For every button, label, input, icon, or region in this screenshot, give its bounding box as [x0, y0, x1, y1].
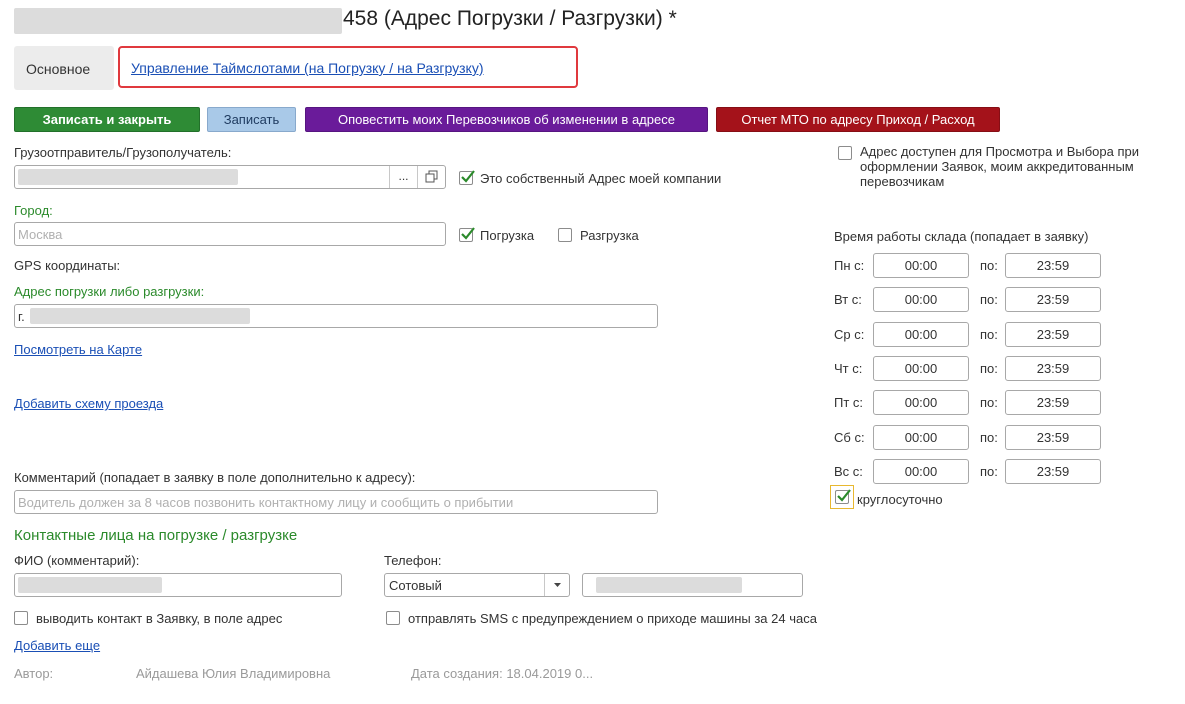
- own-address-label: Это собственный Адрес моей компании: [480, 171, 722, 186]
- day-label: Пн с:: [834, 258, 865, 273]
- save-close-button[interactable]: Записать и закрыть: [14, 107, 200, 132]
- mto-report-button[interactable]: Отчет МТО по адресу Приход / Расход: [716, 107, 1000, 132]
- tab-main-label: Основное: [26, 61, 91, 77]
- notify-carriers-button[interactable]: Оповестить моих Перевозчиков об изменени…: [305, 107, 708, 132]
- available-checkbox[interactable]: [838, 146, 852, 160]
- show-contact-label: выводить контакт в Заявку, в поле адрес: [36, 611, 283, 626]
- chevron-down-icon[interactable]: [544, 574, 570, 596]
- phone-type-value: Сотовый: [389, 578, 442, 593]
- shipper-redacted: [18, 169, 238, 185]
- created-date: Дата создания: 18.04.2019 0...: [411, 666, 594, 681]
- available-label: Адрес доступен для Просмотра и Выбора пр…: [860, 144, 1140, 189]
- time-from-field[interactable]: 00:00: [873, 287, 969, 312]
- comment-label: Комментарий (попадает в заявку в поле до…: [14, 470, 416, 485]
- time-to-field[interactable]: 23:59: [1005, 322, 1101, 347]
- loading-label: Погрузка: [480, 228, 535, 243]
- time-to-field[interactable]: 23:59: [1005, 459, 1101, 484]
- tab-timeslots-link[interactable]: Управление Таймслотами (на Погрузку / на…: [131, 60, 484, 76]
- round-clock-checkbox[interactable]: [835, 489, 851, 504]
- shipper-label: Грузоотправитель/Грузополучатель:: [14, 145, 232, 160]
- address-redacted: [30, 308, 250, 324]
- time-from-field[interactable]: 00:00: [873, 390, 969, 415]
- time-to-label: по:: [980, 258, 998, 273]
- time-to-field[interactable]: 23:59: [1005, 287, 1101, 312]
- author-label: Автор:: [14, 666, 54, 681]
- time-from-field[interactable]: 00:00: [873, 253, 969, 278]
- author-value: Айдашева Юлия Владимировна: [136, 666, 331, 681]
- day-label: Ср с:: [834, 327, 865, 342]
- address-label: Адрес погрузки либо разгрузки:: [14, 284, 205, 299]
- schedule-title: Время работы склада (попадает в заявку): [834, 229, 1089, 244]
- time-to-label: по:: [980, 430, 998, 445]
- contacts-header: Контактные лица на погрузке / разгрузке: [14, 527, 298, 544]
- sms-label: отправлять SMS с предупреждением о прихо…: [408, 611, 817, 626]
- time-to-label: по:: [980, 292, 998, 307]
- city-field[interactable]: [14, 222, 446, 246]
- fio-redacted: [18, 577, 162, 593]
- time-to-label: по:: [980, 464, 998, 479]
- day-label: Пт с:: [834, 395, 864, 410]
- time-to-field[interactable]: 23:59: [1005, 356, 1101, 381]
- open-icon[interactable]: [417, 166, 446, 188]
- time-to-label: по:: [980, 361, 998, 376]
- comment-placeholder: Водитель должен за 8 часов позвонить кон…: [18, 495, 514, 510]
- save-button[interactable]: Записать: [207, 107, 296, 132]
- title-redacted: [14, 8, 342, 34]
- time-to-label: по:: [980, 395, 998, 410]
- round-clock-label: круглосуточно: [857, 492, 943, 507]
- time-from-field[interactable]: 00:00: [873, 425, 969, 450]
- time-from-field[interactable]: 00:00: [873, 322, 969, 347]
- time-to-label: по:: [980, 327, 998, 342]
- sms-checkbox[interactable]: [386, 611, 400, 625]
- fio-label: ФИО (комментарий):: [14, 553, 140, 568]
- add-more-link[interactable]: Добавить еще: [14, 638, 100, 653]
- time-to-field[interactable]: 23:59: [1005, 390, 1101, 415]
- city-placeholder: Москва: [18, 227, 63, 242]
- select-ellipsis-button[interactable]: ...: [389, 166, 417, 188]
- day-label: Сб с:: [834, 430, 865, 445]
- show-contact-checkbox[interactable]: [14, 611, 28, 625]
- day-label: Чт с:: [834, 361, 863, 376]
- time-to-field[interactable]: 23:59: [1005, 425, 1101, 450]
- add-scheme-link[interactable]: Добавить схему проезда: [14, 396, 163, 411]
- own-address-checkbox[interactable]: [459, 170, 475, 185]
- unloading-label: Разгрузка: [580, 228, 639, 243]
- time-from-field[interactable]: 00:00: [873, 459, 969, 484]
- gps-label: GPS координаты:: [14, 258, 121, 273]
- city-label: Город:: [14, 203, 53, 218]
- page-title: 458 (Адрес Погрузки / Разгрузки) *: [343, 7, 677, 30]
- unloading-checkbox[interactable]: [558, 228, 572, 242]
- view-map-link[interactable]: Посмотреть на Карте: [14, 342, 142, 357]
- time-from-field[interactable]: 00:00: [873, 356, 969, 381]
- day-label: Вс с:: [834, 464, 863, 479]
- time-to-field[interactable]: 23:59: [1005, 253, 1101, 278]
- phone-redacted: [596, 577, 742, 593]
- day-label: Вт с:: [834, 292, 862, 307]
- phone-label: Телефон:: [384, 553, 442, 568]
- address-prefix: г.: [18, 309, 25, 324]
- loading-checkbox[interactable]: [459, 227, 475, 242]
